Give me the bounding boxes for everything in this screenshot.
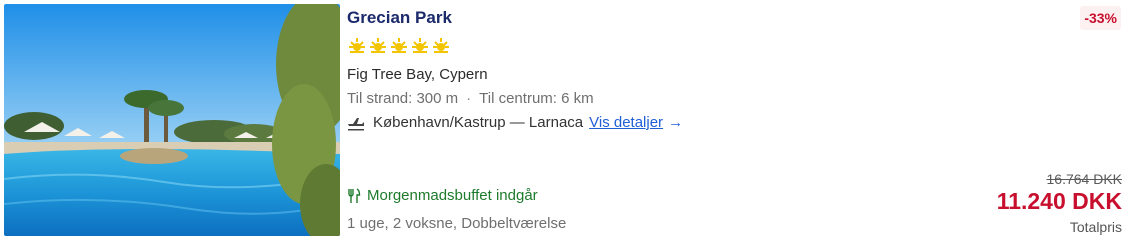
fork-knife-icon: [348, 187, 361, 203]
pool-image: [4, 4, 340, 236]
hotel-name[interactable]: Grecian Park: [347, 8, 452, 28]
hotel-photo[interactable]: [4, 4, 340, 236]
price-label: Totalpris: [1069, 219, 1122, 235]
hotel-location: Fig Tree Bay, Cypern: [347, 66, 488, 83]
current-price[interactable]: 11.240 DKK: [997, 188, 1122, 215]
occupancy-info: 1 uge, 2 voksne, Dobbeltværelse: [347, 215, 567, 232]
arrow-right-icon[interactable]: →: [668, 114, 683, 131]
hotel-result-card[interactable]: Grecian Park Fig Tree Bay, Cypern Til st…: [0, 0, 1127, 240]
board-info: Morgenmadsbuffet indgår: [347, 187, 538, 204]
hotel-distances: Til strand: 300 m · Til centrum: 6 km: [347, 90, 594, 107]
beach-distance: Til strand: 300 m: [347, 90, 459, 107]
flight-route: København/Kastrup — Larnaca: [373, 114, 584, 131]
view-details-link[interactable]: Vis detaljer: [589, 114, 663, 131]
sun-icon: [370, 38, 386, 53]
flight-info: København/Kastrup — Larnaca Vis detaljer…: [347, 114, 683, 131]
sun-icon: [349, 38, 365, 53]
discount-badge: -33%: [1080, 6, 1121, 30]
center-distance: Til centrum: 6 km: [479, 90, 594, 107]
hotel-info: Grecian Park Fig Tree Bay, Cypern Til st…: [347, 0, 947, 240]
sun-icon: [391, 38, 407, 53]
sun-icon: [433, 38, 449, 53]
original-price: 16.764 DKK: [1046, 171, 1123, 187]
airplane-icon: [348, 117, 364, 130]
board-label: Morgenmadsbuffet indgår: [367, 187, 538, 204]
sun-icon: [412, 38, 428, 53]
separator-dot: ·: [466, 90, 472, 107]
star-rating: [348, 36, 450, 54]
